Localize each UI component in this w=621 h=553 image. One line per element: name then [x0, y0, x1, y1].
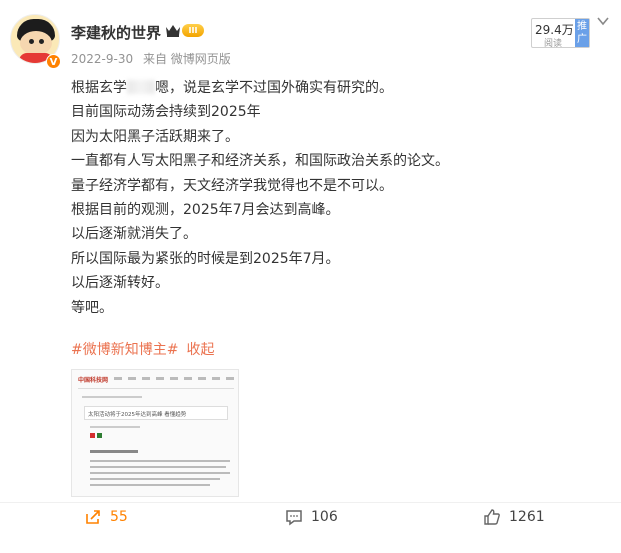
- post-meta: 2022-9-30 来自 微博网页版: [71, 50, 237, 67]
- post-line-start: 根据玄学: [71, 80, 127, 96]
- post-line: 因为太阳黑子活跃期来了。: [71, 128, 239, 145]
- collapse-link[interactable]: 收起: [186, 342, 214, 358]
- post-line: 以后逐渐就消失了。: [71, 226, 197, 243]
- crown-icon: [166, 25, 180, 37]
- verified-badge: V: [46, 54, 61, 69]
- post-line: 目前国际动荡会持续到2025年: [71, 104, 261, 121]
- comment-icon: [286, 510, 302, 526]
- author-name[interactable]: 李建秋的世界: [71, 22, 161, 43]
- thumb-text-line: [90, 472, 230, 474]
- forward-button[interactable]: 55: [84, 507, 144, 527]
- avatar-eye-right: [39, 39, 44, 44]
- post-image[interactable]: 中国科技网 太阳活动将于2025年达到高峰 看懂趋势: [71, 369, 239, 497]
- thumb-headline: 太阳活动将于2025年达到高峰 看懂趋势: [88, 412, 187, 418]
- thumb-site-logo: 中国科技网: [78, 377, 109, 384]
- post-line: 所以国际最为紧张的时候是到2025年7月。: [71, 250, 340, 267]
- promote-tag[interactable]: 推广: [575, 19, 589, 47]
- thumb-divider: [78, 388, 234, 389]
- post-source: 来自 微博网页版: [142, 52, 231, 66]
- like-count: 1261: [509, 509, 545, 525]
- post-content: 根据玄学 嗯，说是玄学不过国外确实有研究的。 目前国际动荡会持续到2025年 因为…: [71, 76, 601, 320]
- post-line: 根据目前的观测，2025年7月会达到高峰。: [71, 202, 340, 219]
- like-button[interactable]: 1261: [483, 507, 563, 527]
- level-badge: III: [182, 24, 204, 37]
- post-line: 等吧。: [71, 299, 113, 316]
- post-line: 一直都有人写太阳黑子和经济关系，和国际政治关系的论文。: [71, 153, 449, 170]
- like-icon: [484, 509, 500, 525]
- blurred-text: [127, 80, 155, 94]
- thumb-breadcrumb: [82, 396, 142, 398]
- thumb-text-line: [90, 466, 226, 468]
- weibo-post-card: V 李建秋的世界 III 2022-9-30 来自 微博网页版 29.4万 阅读…: [0, 0, 621, 553]
- forward-icon: [86, 510, 100, 524]
- post-line: 以后逐渐转好。: [71, 275, 169, 292]
- post-date[interactable]: 2022-9-30: [71, 52, 133, 66]
- post-line-end: 嗯，说是玄学不过国外确实有研究的。: [155, 80, 393, 96]
- post-tags: #微博新知博主# 收起: [71, 339, 222, 359]
- thumb-text-line: [90, 478, 220, 480]
- thumb-share-icons: [90, 433, 110, 438]
- comment-count: 106: [311, 509, 338, 525]
- read-count-label: 阅读: [544, 39, 563, 49]
- thumb-text-line: [90, 460, 230, 462]
- post-line: 根据玄学 嗯，说是玄学不过国外确实有研究的。: [71, 76, 601, 100]
- read-count-badge[interactable]: 29.4万 阅读 推广: [531, 18, 590, 49]
- topic-tag[interactable]: #微博新知博主#: [71, 342, 178, 358]
- chevron-down-icon[interactable]: [596, 14, 610, 28]
- post-line: 量子经济学都有，天文经济学我觉得也不是不可以。: [71, 177, 393, 194]
- avatar-face: [20, 31, 52, 55]
- action-divider: [0, 502, 621, 503]
- thumb-dateline: [90, 426, 140, 428]
- thumb-navbar: [114, 377, 234, 380]
- comment-button[interactable]: 106: [285, 507, 355, 527]
- thumb-text-line: [90, 484, 210, 486]
- avatar-eye-left: [29, 39, 34, 44]
- thumb-subheading: [90, 450, 138, 453]
- forward-count: 55: [110, 509, 128, 525]
